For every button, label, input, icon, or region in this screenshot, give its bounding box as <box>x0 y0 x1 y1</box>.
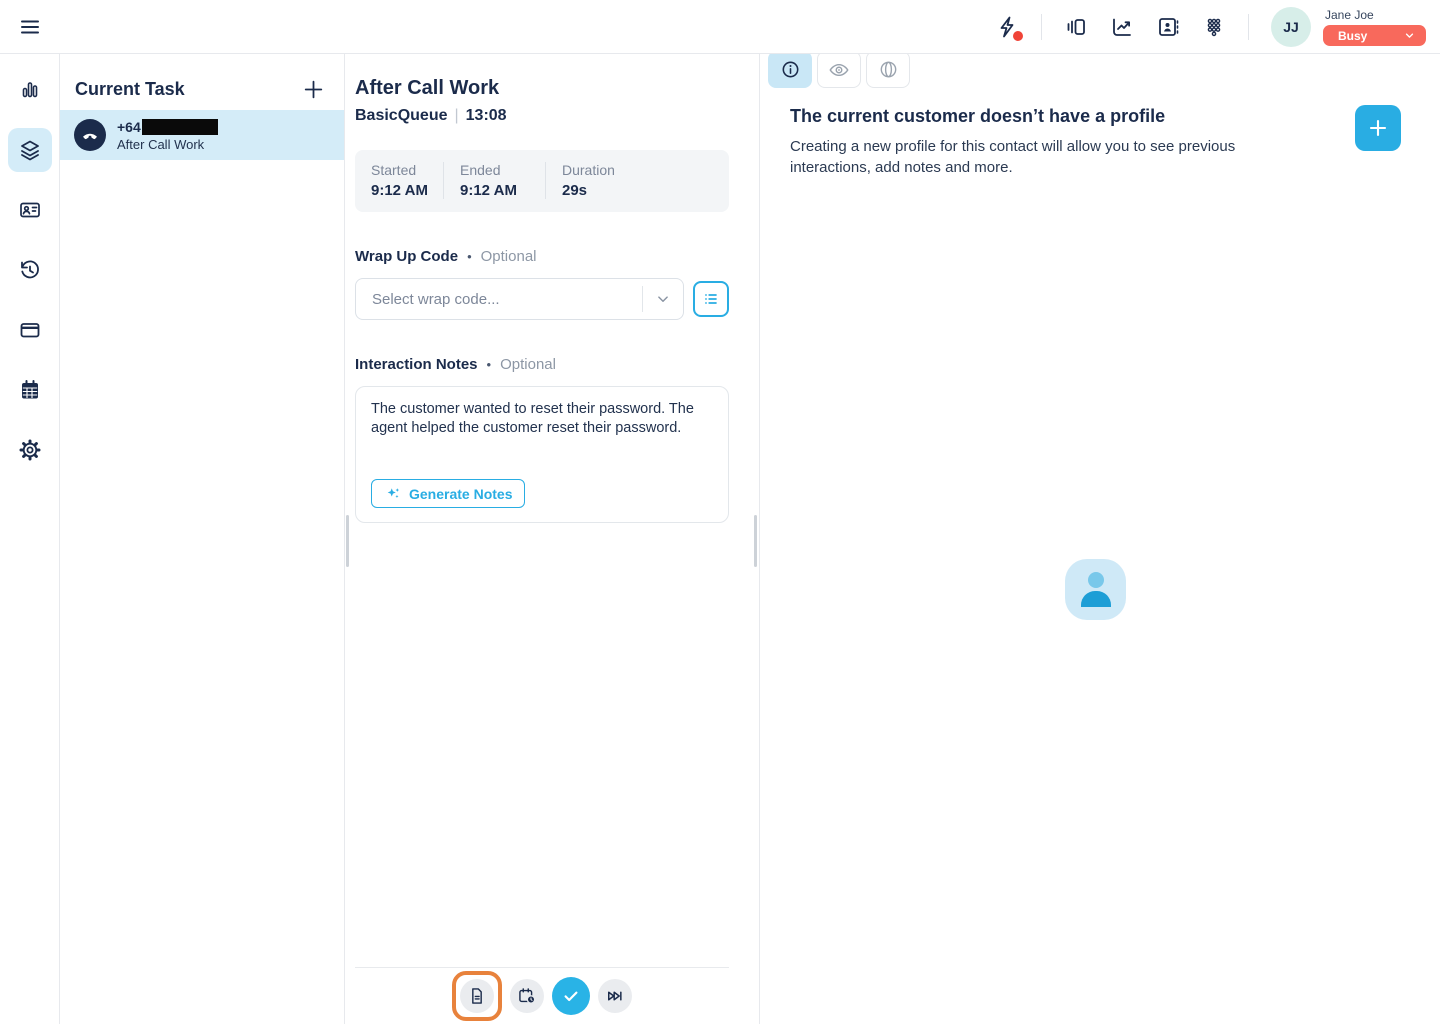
dialpad-icon[interactable] <box>1202 15 1226 39</box>
wrap-up-code-select[interactable] <box>355 278 684 320</box>
document-icon <box>467 986 487 1006</box>
schedule-action-button[interactable] <box>510 979 544 1013</box>
list-icon <box>701 289 721 309</box>
scrollbar-thumb[interactable] <box>346 515 349 567</box>
avatar[interactable]: JJ <box>1271 7 1311 47</box>
wrap-up-optional-label: Optional <box>481 248 537 265</box>
duration-value: 29s <box>562 182 729 199</box>
tab-preview[interactable] <box>817 51 861 88</box>
task-phone-prefix: +64 <box>117 119 141 135</box>
tab-info[interactable] <box>768 51 812 88</box>
no-profile-heading: The current customer doesn’t have a prof… <box>790 106 1270 127</box>
phone-down-icon <box>74 119 106 151</box>
panel-title: Current Task <box>75 79 185 100</box>
scrollbar-thumb[interactable] <box>754 515 757 567</box>
duration-label: Duration <box>562 162 729 178</box>
status-dropdown[interactable]: Busy <box>1323 25 1426 46</box>
user-chip: JJ Jane Joe Busy <box>1271 7 1426 47</box>
wrap-up-code-label: Wrap Up Code <box>355 248 458 265</box>
sparkle-icon <box>384 485 402 503</box>
bar-chart-icon <box>18 78 42 102</box>
ended-label: Ended <box>460 162 545 178</box>
task-actions-bar <box>355 967 729 1024</box>
chevron-down-icon <box>1403 29 1416 42</box>
task-detail-panel: After Call Work BasicQueue | 13:08 Started… <box>345 54 760 1024</box>
nav-window[interactable] <box>8 308 52 352</box>
notes-action-button[interactable] <box>460 979 494 1013</box>
app-header: JJ Jane Joe Busy <box>0 0 1440 54</box>
generate-notes-button[interactable]: Generate Notes <box>371 479 525 508</box>
nav-metrics[interactable] <box>8 68 52 112</box>
task-detail-title: After Call Work <box>355 77 729 100</box>
task-subtitle: After Call Work <box>117 137 218 152</box>
current-task-panel: Current Task +64 After Call Work <box>60 54 345 1024</box>
layers-icon <box>18 138 42 162</box>
complete-task-button[interactable] <box>552 977 590 1015</box>
started-value: 9:12 AM <box>371 182 443 199</box>
quick-actions-icon[interactable] <box>995 15 1019 39</box>
notes-optional-label: Optional <box>500 356 556 373</box>
window-icon <box>18 318 42 342</box>
wrap-up-code-input[interactable] <box>356 291 642 308</box>
history-icon <box>18 258 42 282</box>
header-divider <box>1248 14 1249 40</box>
plus-icon <box>1366 116 1390 140</box>
interaction-notes-textarea[interactable]: The customer wanted to reset their passw… <box>371 400 713 462</box>
tab-insights[interactable] <box>866 51 910 88</box>
no-profile-body: Creating a new profile for this contact … <box>790 136 1270 178</box>
create-profile-button[interactable] <box>1355 105 1401 151</box>
user-name: Jane Joe <box>1323 8 1426 22</box>
task-times-card: Started 9:12 AM Ended 9:12 AM Duration 2… <box>355 150 729 212</box>
calendar-clock-icon <box>517 986 537 1006</box>
header-divider <box>1041 14 1042 40</box>
gear-icon <box>18 438 42 462</box>
info-icon <box>780 59 801 80</box>
interaction-notes-card: The customer wanted to reset their passw… <box>355 386 729 523</box>
generate-notes-label: Generate Notes <box>409 486 512 502</box>
hamburger-menu-icon[interactable] <box>18 15 42 39</box>
customer-avatar-placeholder <box>1065 559 1126 620</box>
plus-icon <box>301 77 326 102</box>
interaction-notes-label: Interaction Notes <box>355 356 478 373</box>
nav-settings[interactable] <box>8 428 52 472</box>
calendar-icon <box>18 378 42 402</box>
no-profile-message: The current customer doesn’t have a prof… <box>790 106 1270 178</box>
chevron-down-icon[interactable] <box>643 290 683 308</box>
metrics-icon[interactable] <box>1110 15 1134 39</box>
bullet-separator: • <box>487 357 492 372</box>
task-list-item[interactable]: +64 After Call Work <box>60 110 344 160</box>
nav-history[interactable] <box>8 248 52 292</box>
nav-calendar[interactable] <box>8 368 52 412</box>
wrap-up-list-button[interactable] <box>693 281 729 317</box>
person-icon <box>1088 572 1104 588</box>
started-label: Started <box>371 162 443 178</box>
redacted-phone-number <box>142 119 218 135</box>
panels-icon[interactable] <box>1064 15 1088 39</box>
notification-dot <box>1013 31 1023 41</box>
ended-value: 9:12 AM <box>460 182 545 199</box>
nav-rail <box>0 54 60 1024</box>
nav-contacts[interactable] <box>8 188 52 232</box>
nav-tasks[interactable] <box>8 128 52 172</box>
check-icon <box>561 986 581 1006</box>
tutorial-highlight-ring <box>452 971 502 1021</box>
skip-action-button[interactable] <box>598 979 632 1013</box>
add-task-button[interactable] <box>301 77 326 102</box>
contact-card-icon <box>18 198 42 222</box>
address-book-icon[interactable] <box>1156 15 1180 39</box>
eye-icon <box>828 59 850 81</box>
status-badge: Busy <box>1338 29 1367 43</box>
person-icon <box>1081 591 1111 607</box>
profile-tabs <box>768 51 910 88</box>
task-timer: 13:08 <box>466 107 507 124</box>
skip-icon <box>605 986 625 1006</box>
queue-timer-separator: | <box>454 107 458 124</box>
bullet-separator: • <box>467 249 472 264</box>
customer-profile-panel: The current customer doesn’t have a prof… <box>760 54 1440 1024</box>
split-circle-icon <box>878 59 899 80</box>
queue-name: BasicQueue <box>355 107 447 124</box>
